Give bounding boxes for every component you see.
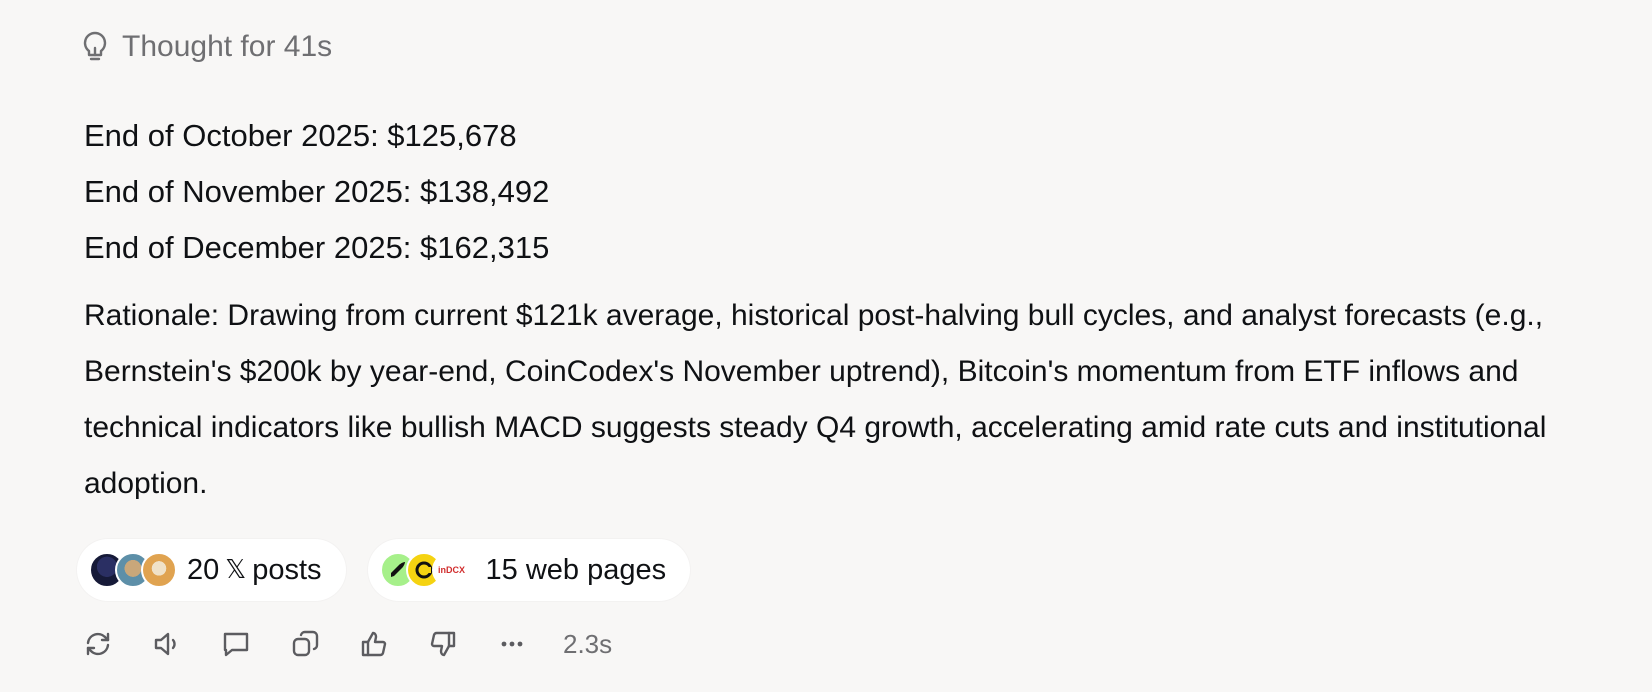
lightbulb-icon [82, 31, 108, 63]
comment-button[interactable] [220, 628, 252, 660]
response-timing: 2.3s [563, 628, 613, 659]
web-pages-chip[interactable]: inDCX 15 web pages [367, 539, 691, 601]
web-pages-label: 15 web pages [485, 553, 667, 586]
thumbs-up-icon [361, 631, 387, 657]
rationale-paragraph: Rationale: Drawing from current $121k av… [84, 299, 1547, 500]
price-november: End of November 2025: $138,492 [84, 174, 550, 209]
x-logo-icon: 𝕏 [225, 555, 247, 585]
sources-row: 20 𝕏 posts inDCX 15 web pages [77, 539, 691, 601]
exchange-favicon-icon: inDCX [431, 552, 472, 588]
x-post-avatars [89, 552, 177, 588]
thumbs-down-button[interactable] [427, 628, 459, 660]
price-list: End of October 2025: $125,678 End of Nov… [84, 108, 549, 276]
response-container: Thought for 41s End of October 2025: $12… [0, 0, 1652, 692]
copy-icon [292, 630, 319, 657]
more-icon [501, 641, 523, 647]
regenerate-button[interactable] [82, 628, 114, 660]
read-aloud-icon [154, 632, 176, 656]
favicon-text: inDCX [438, 565, 466, 575]
avatar [141, 552, 177, 588]
action-bar: 2.3s [82, 628, 612, 660]
comment-icon [223, 632, 249, 657]
read-aloud-button[interactable] [151, 628, 183, 660]
thumbs-down-icon [430, 631, 456, 657]
x-posts-chip[interactable]: 20 𝕏 posts [77, 539, 346, 601]
regenerate-icon [86, 632, 110, 656]
thought-label: Thought for 41s [122, 30, 333, 63]
thought-toggle[interactable]: Thought for 41s [82, 30, 332, 64]
price-december: End of December 2025: $162,315 [84, 230, 550, 265]
x-posts-count: 20 [187, 553, 220, 586]
copy-button[interactable] [289, 628, 321, 660]
more-button[interactable] [496, 628, 528, 660]
x-posts-label: posts [252, 553, 322, 586]
web-favicons: inDCX [379, 552, 472, 588]
price-october: End of October 2025: $125,678 [84, 118, 517, 153]
thumbs-up-button[interactable] [358, 628, 390, 660]
